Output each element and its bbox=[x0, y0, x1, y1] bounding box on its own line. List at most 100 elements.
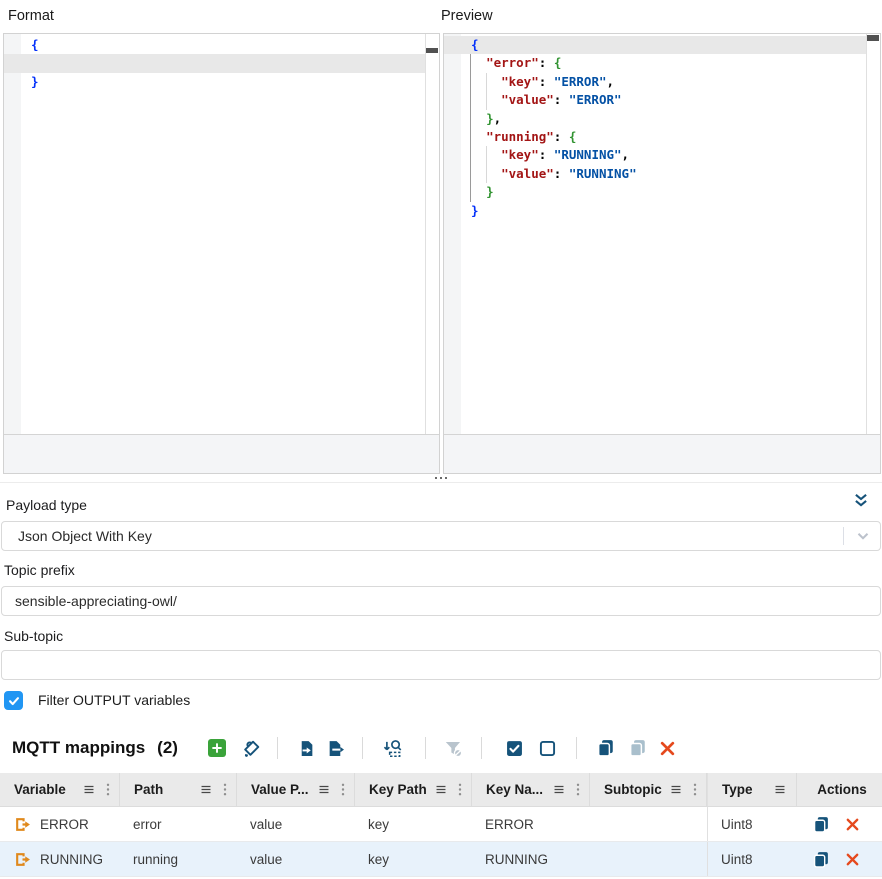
column-header-label: Value P... bbox=[251, 782, 309, 797]
preview-code-line: } bbox=[444, 202, 866, 220]
add-mapping-button[interactable] bbox=[208, 739, 226, 757]
column-header-_actions[interactable]: Actions bbox=[797, 773, 882, 806]
copy-rows-icon[interactable] bbox=[597, 739, 615, 757]
payload-type-label: Payload type bbox=[6, 497, 87, 513]
column-options-dots-icon[interactable] bbox=[106, 782, 110, 797]
cell-variable: ERROR bbox=[0, 807, 120, 841]
collapse-section-double-chevron-icon[interactable] bbox=[851, 491, 871, 509]
preview-editor-footer bbox=[444, 434, 880, 473]
format-code-line bbox=[4, 54, 425, 72]
mqtt-mappings-count: (2) bbox=[157, 738, 178, 758]
column-options-dots-icon[interactable] bbox=[693, 782, 697, 797]
column-options-dots-icon[interactable] bbox=[341, 782, 345, 797]
mqtt-mappings-toolbar: MQTT mappings (2) bbox=[12, 733, 876, 763]
preview-editor-panel[interactable]: { "error": { "key": "ERROR", "value": "E… bbox=[443, 33, 881, 474]
column-header-subtopic[interactable]: Subtopic bbox=[590, 773, 707, 806]
preview-code-line: "error": { bbox=[444, 54, 866, 72]
format-editor-gutter bbox=[4, 34, 21, 434]
topic-prefix-label: Topic prefix bbox=[4, 562, 75, 578]
output-variable-icon bbox=[14, 851, 31, 868]
select-divider bbox=[843, 527, 844, 545]
variable-name: ERROR bbox=[40, 817, 89, 832]
cell-path: error bbox=[120, 807, 237, 841]
sub-topic-input[interactable] bbox=[1, 650, 881, 680]
column-header-label: Key Na... bbox=[486, 782, 543, 797]
column-menu-icon[interactable] bbox=[317, 783, 331, 796]
column-menu-icon[interactable] bbox=[669, 783, 683, 796]
column-header-key_path[interactable]: Key Path bbox=[355, 773, 472, 806]
column-menu-icon[interactable] bbox=[552, 783, 566, 796]
format-code-line: { bbox=[4, 36, 425, 54]
export-icon[interactable] bbox=[327, 740, 344, 757]
format-code-area[interactable]: {} bbox=[4, 34, 439, 434]
cell-key_path: key bbox=[355, 807, 472, 841]
column-header-label: Key Path bbox=[369, 782, 427, 797]
column-header-label: Type bbox=[722, 782, 753, 797]
clear-all-icon[interactable] bbox=[242, 739, 261, 758]
preview-code-line: } bbox=[444, 183, 866, 201]
mqtt-mappings-title: MQTT mappings bbox=[12, 738, 145, 758]
cell-value_path: value bbox=[237, 807, 355, 841]
cell-_actions bbox=[797, 807, 882, 841]
cell-key_name: ERROR bbox=[472, 807, 590, 841]
paste-rows-icon[interactable] bbox=[629, 739, 647, 757]
column-menu-icon[interactable] bbox=[82, 783, 96, 796]
column-options-dots-icon[interactable] bbox=[576, 782, 580, 797]
cell-type: Uint8 bbox=[707, 807, 797, 841]
search-table-icon[interactable] bbox=[383, 739, 403, 758]
table-row[interactable]: ERRORerrorvaluekeyERRORUint8 bbox=[0, 807, 882, 842]
topic-prefix-input[interactable] bbox=[1, 586, 881, 616]
cell-subtopic bbox=[590, 807, 707, 841]
chevron-down-icon bbox=[854, 527, 872, 550]
format-scrollbar-thumb[interactable] bbox=[426, 48, 438, 53]
column-header-type[interactable]: Type bbox=[707, 773, 797, 806]
format-editor-panel[interactable]: {} bbox=[3, 33, 440, 474]
preview-scrollbar-thumb[interactable] bbox=[867, 35, 879, 41]
column-header-label: Actions bbox=[817, 782, 867, 797]
mqtt-mappings-table: VariablePath Value P... Key Path Key Na... S… bbox=[0, 773, 882, 877]
payload-type-select[interactable]: Json Object With Key bbox=[1, 521, 881, 551]
column-header-path[interactable]: Path bbox=[120, 773, 237, 806]
payload-type-selected-value: Json Object With Key bbox=[18, 522, 152, 550]
copy-row-icon[interactable] bbox=[813, 816, 830, 833]
preview-code-line: "value": "ERROR" bbox=[444, 91, 866, 109]
column-menu-icon[interactable] bbox=[199, 783, 213, 796]
table-row[interactable]: RUNNINGrunningvaluekeyRUNNINGUint8 bbox=[0, 842, 882, 877]
filter-output-checkbox[interactable] bbox=[4, 691, 23, 710]
format-code-lines: {} bbox=[4, 34, 425, 91]
toolbar-divider bbox=[425, 737, 426, 759]
uncheck-all-icon[interactable] bbox=[539, 740, 556, 757]
cell-path: running bbox=[120, 842, 237, 876]
cell-key_name: RUNNING bbox=[472, 842, 590, 876]
delete-row-icon[interactable] bbox=[845, 852, 860, 867]
horizontal-resize-splitter[interactable] bbox=[0, 474, 882, 483]
preview-editor-label: Preview bbox=[441, 8, 493, 24]
column-header-value_path[interactable]: Value P... bbox=[237, 773, 355, 806]
format-editor-label: Format bbox=[8, 8, 54, 24]
toolbar-divider bbox=[277, 737, 278, 759]
preview-code-line: "key": "RUNNING", bbox=[444, 146, 866, 164]
mqtt-config-page: Format Preview {} { "error": { "key": "E… bbox=[0, 0, 882, 879]
column-options-dots-icon[interactable] bbox=[458, 782, 462, 797]
import-icon[interactable] bbox=[298, 740, 315, 757]
column-options-dots-icon[interactable] bbox=[223, 782, 227, 797]
toolbar-divider bbox=[576, 737, 577, 759]
column-header-key_name[interactable]: Key Na... bbox=[472, 773, 590, 806]
column-menu-icon[interactable] bbox=[773, 783, 787, 796]
cell-_actions bbox=[797, 842, 882, 876]
filter-off-icon[interactable] bbox=[444, 739, 463, 758]
filter-output-row: Filter OUTPUT variables bbox=[4, 690, 190, 710]
preview-code-area[interactable]: { "error": { "key": "ERROR", "value": "E… bbox=[444, 34, 880, 434]
delete-row-icon[interactable] bbox=[845, 817, 860, 832]
cell-subtopic bbox=[590, 842, 707, 876]
cell-type: Uint8 bbox=[707, 842, 797, 876]
copy-row-icon[interactable] bbox=[813, 851, 830, 868]
column-menu-icon[interactable] bbox=[434, 783, 448, 796]
format-scrollbar-track bbox=[425, 34, 426, 434]
preview-code-line: }, bbox=[444, 110, 866, 128]
column-header-variable[interactable]: Variable bbox=[0, 773, 120, 806]
preview-code-line: "key": "ERROR", bbox=[444, 73, 866, 91]
check-all-icon[interactable] bbox=[506, 740, 523, 757]
delete-rows-icon[interactable] bbox=[659, 740, 676, 757]
cell-key_path: key bbox=[355, 842, 472, 876]
